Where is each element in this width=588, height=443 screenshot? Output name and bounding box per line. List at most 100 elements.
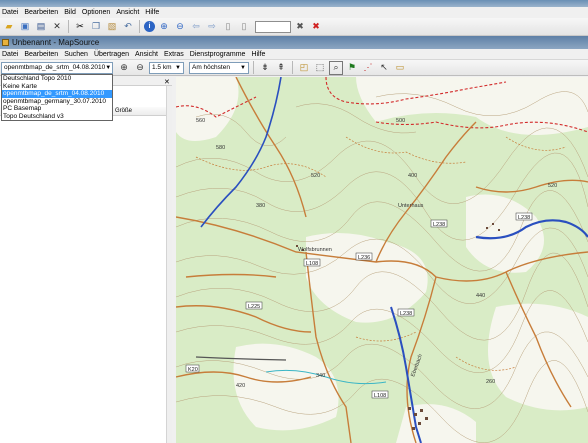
menu-dienstprogramme[interactable]: Dienstprogramme: [190, 51, 246, 58]
outer-window-titlebar: [0, 0, 588, 7]
menu-ansicht[interactable]: Ansicht: [135, 51, 158, 58]
open-land: [233, 343, 339, 431]
zoom-in-icon[interactable]: ⊕: [157, 20, 171, 34]
map-canvas[interactable]: L238 L238 L236 L238 L225 L108 K20 L108 5…: [176, 77, 588, 443]
place-label: Unterhaus: [398, 203, 424, 209]
detail-level-select[interactable]: Am höchsten ▼: [189, 61, 249, 74]
waypoint-flag-icon[interactable]: ⚑: [345, 61, 359, 75]
menu-suchen[interactable]: Suchen: [64, 51, 88, 58]
elevation-label: 520: [311, 173, 320, 179]
close-icon[interactable]: ✕: [164, 78, 170, 86]
dropdown-item[interactable]: Deutschland Topo 2010: [2, 75, 112, 83]
dropdown-item[interactable]: Topo Deutschland v3: [2, 113, 112, 121]
road-label: L238: [518, 215, 530, 221]
outer-menu-optionen[interactable]: Optionen: [82, 9, 110, 16]
dropdown-item[interactable]: PC Basemap: [2, 105, 112, 113]
menu-bearbeiten[interactable]: Bearbeiten: [24, 51, 58, 58]
outer-menubar: Datei Bearbeiten Bild Optionen Ansicht H…: [0, 7, 588, 18]
menu-extras[interactable]: Extras: [164, 51, 184, 58]
copy-icon[interactable]: ❐: [89, 20, 103, 34]
page-icon[interactable]: ▯: [237, 20, 251, 34]
dropdown-item-selected[interactable]: openmtbmap_de_srtm_04.08.2010: [2, 90, 112, 98]
map-product-select[interactable]: openmtbmap_de_srtm_04.08.2010 ▼: [1, 61, 113, 74]
toolbar-separator: [139, 20, 140, 33]
zoom-scale-select[interactable]: 1.5 km ▼: [149, 61, 184, 74]
open-folder-icon[interactable]: ▰: [2, 20, 16, 34]
mapsource-titlebar: Unbenannt - MapSource: [0, 36, 588, 49]
map-product-value: openmtbmap_de_srtm_04.08.2010: [4, 64, 106, 71]
route-tool-icon[interactable]: ⋰: [361, 61, 375, 75]
mapsource-menubar: Datei Bearbeiten Suchen Übertragen Ansic…: [0, 49, 588, 60]
chevron-down-icon: ▼: [240, 64, 246, 71]
outer-menu-bild[interactable]: Bild: [64, 9, 76, 16]
road-label: L108: [306, 261, 318, 267]
delete-icon[interactable]: ✕: [50, 20, 64, 34]
topo-map[interactable]: L238 L238 L236 L238 L225 L108 K20 L108 5…: [176, 77, 588, 443]
close-red-icon[interactable]: ✖: [309, 20, 323, 34]
road-label: L236: [358, 255, 370, 261]
outer-menu-hilfe[interactable]: Hilfe: [145, 9, 159, 16]
open-land: [176, 77, 239, 141]
outer-toolbar-input[interactable]: [255, 20, 291, 33]
left-panel: [0, 77, 172, 443]
undo-icon[interactable]: ↶: [121, 20, 135, 34]
back-arrow-icon[interactable]: ⇦: [189, 20, 203, 34]
dropdown-item[interactable]: Keine Karte: [2, 83, 112, 91]
elevation-label: 400: [408, 173, 417, 179]
elevation-label: 500: [396, 118, 405, 124]
menu-hilfe[interactable]: Hilfe: [251, 51, 265, 58]
detail-level-value: Am höchsten: [192, 64, 230, 71]
road-label: L225: [248, 304, 260, 310]
zoom-tool-icon[interactable]: ⌕: [329, 60, 343, 75]
elevation-label: 420: [236, 383, 245, 389]
app-icon: [2, 39, 9, 46]
cut-icon[interactable]: ✂: [73, 20, 87, 34]
elevation-label: 440: [476, 293, 485, 299]
forward-arrow-icon[interactable]: ⇨: [205, 20, 219, 34]
map-tool-icon[interactable]: ◰: [297, 61, 311, 75]
zoom-in-icon[interactable]: ⊕: [117, 61, 131, 75]
place-label: Eberbach: [410, 354, 424, 378]
elevation-label: 260: [486, 379, 495, 385]
map-product-dropdown: Deutschland Topo 2010 Keine Karte openmt…: [1, 74, 113, 121]
open-land: [466, 194, 544, 273]
gps-send-icon[interactable]: ⇞: [274, 61, 288, 75]
zoom-out-icon[interactable]: ⊖: [173, 20, 187, 34]
elevation-label: 580: [216, 145, 225, 151]
image-icon[interactable]: ▣: [18, 20, 32, 34]
elevation-label: 560: [196, 118, 205, 124]
outer-menu-bearbeiten[interactable]: Bearbeiten: [24, 9, 58, 16]
info-icon[interactable]: i: [144, 21, 155, 32]
outer-menu-ansicht[interactable]: Ansicht: [116, 9, 139, 16]
page-icon[interactable]: ▯: [221, 20, 235, 34]
save-icon[interactable]: ▤: [34, 20, 48, 34]
zoom-scale-value: 1.5 km: [152, 64, 172, 71]
toolbar-separator: [253, 61, 254, 74]
elevation-label: 380: [256, 203, 265, 209]
outer-menu-datei[interactable]: Datei: [2, 9, 18, 16]
toolbar-separator: [292, 61, 293, 74]
menu-uebertragen[interactable]: Übertragen: [94, 51, 129, 58]
select-tool-icon[interactable]: ⬚: [313, 61, 327, 75]
chevron-down-icon: ▼: [105, 64, 112, 71]
road-label: L238: [433, 222, 445, 228]
elevation-label: 340: [316, 373, 325, 379]
place-label: Wolfsbrunnen: [298, 247, 332, 253]
road-label: K20: [188, 367, 198, 373]
chevron-down-icon: ▼: [175, 64, 181, 71]
pointer-tool-icon[interactable]: ↖: [377, 61, 391, 75]
zoom-out-icon[interactable]: ⊖: [133, 61, 147, 75]
tools-icon[interactable]: ✖: [293, 20, 307, 34]
outer-toolbar: ▰ ▣ ▤ ✕ ✂ ❐ ▧ ↶ i ⊕ ⊖ ⇦ ⇨ ▯ ▯ ✖ ✖: [0, 18, 588, 36]
toolbar-separator: [68, 20, 69, 33]
measure-tool-icon[interactable]: ▭: [393, 61, 407, 75]
elevation-label: 520: [548, 183, 557, 189]
dropdown-item[interactable]: openmtbmap_germany_30.07.2010: [2, 98, 112, 106]
window-title: Unbenannt - MapSource: [12, 38, 100, 47]
paste-icon[interactable]: ▧: [105, 20, 119, 34]
menu-datei[interactable]: Datei: [2, 51, 18, 58]
road-label: L108: [374, 393, 386, 399]
gps-receive-icon[interactable]: ⇟: [258, 61, 272, 75]
open-land: [488, 303, 588, 411]
vertical-scrollbar[interactable]: [166, 86, 172, 443]
